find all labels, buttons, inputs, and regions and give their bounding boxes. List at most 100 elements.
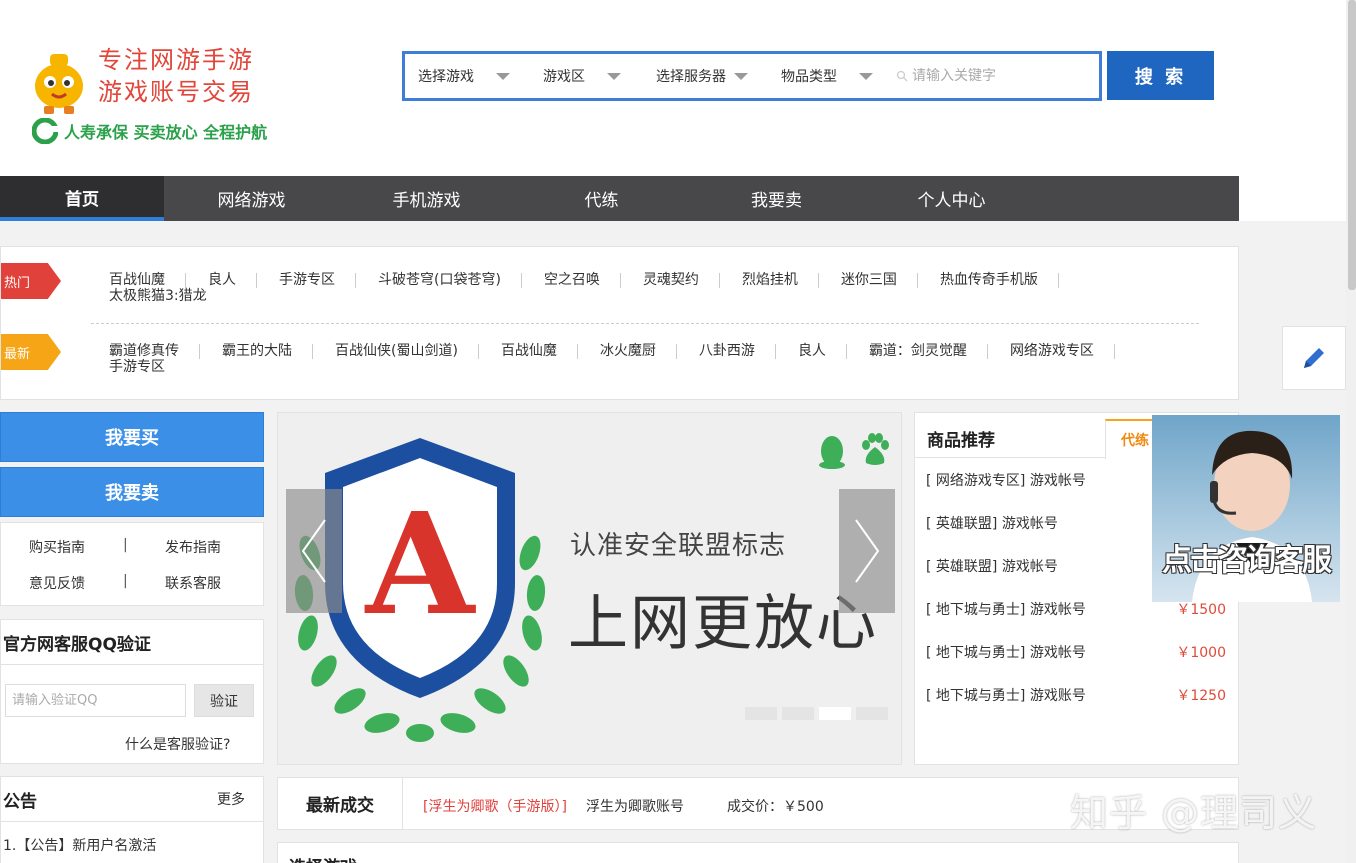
new-link[interactable]: 八卦西游 xyxy=(699,344,776,359)
carousel-next-button[interactable] xyxy=(839,489,895,613)
hot-link[interactable]: 迷你三国 xyxy=(841,273,918,288)
hot-link[interactable]: 太极熊猫3:猎龙 xyxy=(109,289,227,304)
publish-guide-link[interactable]: 发布指南 xyxy=(165,537,221,557)
new-badge: 最新 xyxy=(1,334,61,370)
select-game-dropdown[interactable]: 选择游戏 xyxy=(405,54,530,98)
deal-game-link[interactable]: [浮生为卿歌（手游版）] xyxy=(423,796,567,816)
hot-link[interactable]: 空之召唤 xyxy=(544,273,621,288)
select-zone-dropdown[interactable]: 游戏区 xyxy=(530,54,643,98)
slogan-line-2: 游戏账号交易 xyxy=(98,78,254,106)
nav-power-leveling[interactable]: 代练 xyxy=(514,176,689,221)
shield-letter: A xyxy=(364,483,477,647)
notice-item[interactable]: 1.【公告】新用户名激活 xyxy=(3,835,156,855)
insurance-logo-icon xyxy=(32,118,58,144)
search-button[interactable]: 搜 索 xyxy=(1107,51,1214,100)
insurance-promise: 人寿承保 买卖放心 全程护航 xyxy=(32,118,267,144)
select-server-dropdown[interactable]: 选择服务器 xyxy=(643,54,768,98)
hot-link[interactable]: 良人 xyxy=(208,273,257,288)
mascot-icon xyxy=(35,54,83,114)
new-link[interactable]: 霸道：剑灵觉醒 xyxy=(869,344,988,359)
chevron-down-icon xyxy=(859,72,873,80)
main-nav: 首页 网络游戏 手机游戏 代练 我要卖 个人中心 xyxy=(0,176,1239,221)
chevron-down-icon xyxy=(734,72,748,80)
nav-online-games[interactable]: 网络游戏 xyxy=(164,176,339,221)
deal-account[interactable]: 浮生为卿歌账号 xyxy=(586,796,684,816)
qq-verify-button[interactable]: 验证 xyxy=(194,684,254,717)
new-link[interactable]: 霸王的大陆 xyxy=(222,344,313,359)
notice-header: 公告 更多 xyxy=(1,777,263,822)
buy-button[interactable]: 我要买 xyxy=(0,412,264,462)
notice-panel: 公告 更多 1.【公告】新用户名激活 xyxy=(0,776,264,863)
search-icon xyxy=(896,70,908,82)
new-link[interactable]: 手游专区 xyxy=(109,360,185,375)
chevron-down-icon xyxy=(607,72,621,80)
hot-link[interactable]: 手游专区 xyxy=(279,273,356,288)
buy-guide-link[interactable]: 购买指南 xyxy=(29,537,85,557)
hot-link[interactable]: 灵魂契约 xyxy=(643,273,720,288)
qq-verify-input[interactable] xyxy=(5,684,186,717)
new-link[interactable]: 百战仙魔 xyxy=(501,344,578,359)
link-separator: | xyxy=(123,537,128,553)
new-link[interactable]: 冰火魔厨 xyxy=(600,344,677,359)
nav-home[interactable]: 首页 xyxy=(0,176,164,221)
scrollbar-thumb[interactable] xyxy=(1348,0,1356,290)
guide-links: 购买指南 | 发布指南 意见反馈 | 联系客服 xyxy=(0,522,264,606)
feedback-link[interactable]: 意见反馈 xyxy=(29,573,85,593)
partner-icons xyxy=(818,433,890,469)
keyword-input[interactable] xyxy=(912,68,1082,84)
watermark: 知乎 @理司义 xyxy=(1070,791,1318,835)
divider xyxy=(91,323,1199,324)
banner-carousel[interactable]: A 认准安全联盟标志 上网更放心 xyxy=(277,412,902,765)
new-link[interactable]: 网络游戏专区 xyxy=(1010,344,1115,359)
search-bar: 选择游戏 游戏区 选择服务器 物品类型 xyxy=(402,51,1102,101)
carousel-dot[interactable] xyxy=(856,707,888,720)
link-separator: | xyxy=(123,573,128,589)
carousel-dot[interactable] xyxy=(745,707,777,720)
recommend-item[interactable]: [ 地下城与勇士] 游戏账号 ￥1250 xyxy=(926,685,1226,705)
promise-text: 人寿承保 买卖放心 全程护航 xyxy=(64,123,268,142)
recommend-title: 商品推荐 xyxy=(927,431,995,451)
nav-mobile-games[interactable]: 手机游戏 xyxy=(339,176,514,221)
carousel-indicators xyxy=(745,707,888,720)
contact-service-link[interactable]: 联系客服 xyxy=(165,573,221,593)
nav-sell[interactable]: 我要卖 xyxy=(689,176,864,221)
slogan-line-1: 专注网游手游 xyxy=(98,46,254,74)
recommend-item[interactable]: [ 地下城与勇士] 游戏帐号 ￥1500 xyxy=(926,599,1226,619)
chevron-down-icon xyxy=(496,72,510,80)
select-game-section-title: 选择游戏 xyxy=(277,842,1239,863)
recommend-item[interactable]: [ 地下城与勇士] 游戏帐号 ￥1000 xyxy=(926,642,1226,662)
qq-verify-title: 官方网客服QQ验证 xyxy=(1,620,263,665)
game-tags-panel: 热门 百战仙魔 良人 手游专区 斗破苍穹(口袋苍穹) 空之召唤 灵魂契约 烈焰挂… xyxy=(0,246,1239,400)
chevron-left-icon xyxy=(301,519,326,583)
banner-headline: 上网更放心 xyxy=(568,589,878,659)
site-logo[interactable]: 专注网游手游 游戏账号交易 人寿承保 买卖放心 全程护航 xyxy=(28,42,298,152)
keyword-field xyxy=(888,54,1099,98)
select-item-type-dropdown[interactable]: 物品类型 xyxy=(768,54,888,98)
site-slogan: 专注网游手游 游戏账号交易 xyxy=(98,44,254,108)
consult-service-text: 点击咨询客服 xyxy=(1162,543,1332,578)
carousel-prev-button[interactable] xyxy=(286,489,342,613)
hot-link[interactable]: 斗破苍穹(口袋苍穹) xyxy=(378,273,522,288)
customer-service-ad[interactable]: 点击咨询客服 xyxy=(1152,415,1340,602)
qq-verify-panel: 官方网客服QQ验证 验证 什么是客服验证? xyxy=(0,619,264,764)
new-link[interactable]: 霸道修真传 xyxy=(109,344,200,359)
notice-more-link[interactable]: 更多 xyxy=(217,789,245,809)
hot-link[interactable]: 百战仙魔 xyxy=(109,273,186,288)
new-link[interactable]: 良人 xyxy=(798,344,847,359)
new-link[interactable]: 百战仙侠(蜀山剑道) xyxy=(335,344,479,359)
edit-button[interactable] xyxy=(1282,326,1346,390)
what-is-verify-link[interactable]: 什么是客服验证? xyxy=(125,734,230,754)
qq-penguin-icon xyxy=(819,436,845,469)
latest-deal-title: 最新成交 xyxy=(278,778,403,829)
deal-price: 成交价：￥500 xyxy=(727,799,824,815)
sell-button[interactable]: 我要卖 xyxy=(0,467,264,517)
hot-badge: 热门 xyxy=(1,263,61,299)
nav-personal-center[interactable]: 个人中心 xyxy=(864,176,1039,221)
hot-link[interactable]: 烈焰挂机 xyxy=(742,273,819,288)
carousel-dot-active[interactable] xyxy=(819,707,851,720)
chevron-right-icon xyxy=(855,519,880,583)
hot-links: 百战仙魔 良人 手游专区 斗破苍穹(口袋苍穹) 空之召唤 灵魂契约 烈焰挂机 迷… xyxy=(109,273,1209,305)
baidu-paw-icon xyxy=(862,433,889,465)
carousel-dot[interactable] xyxy=(782,707,814,720)
hot-link[interactable]: 热血传奇手机版 xyxy=(940,273,1059,288)
